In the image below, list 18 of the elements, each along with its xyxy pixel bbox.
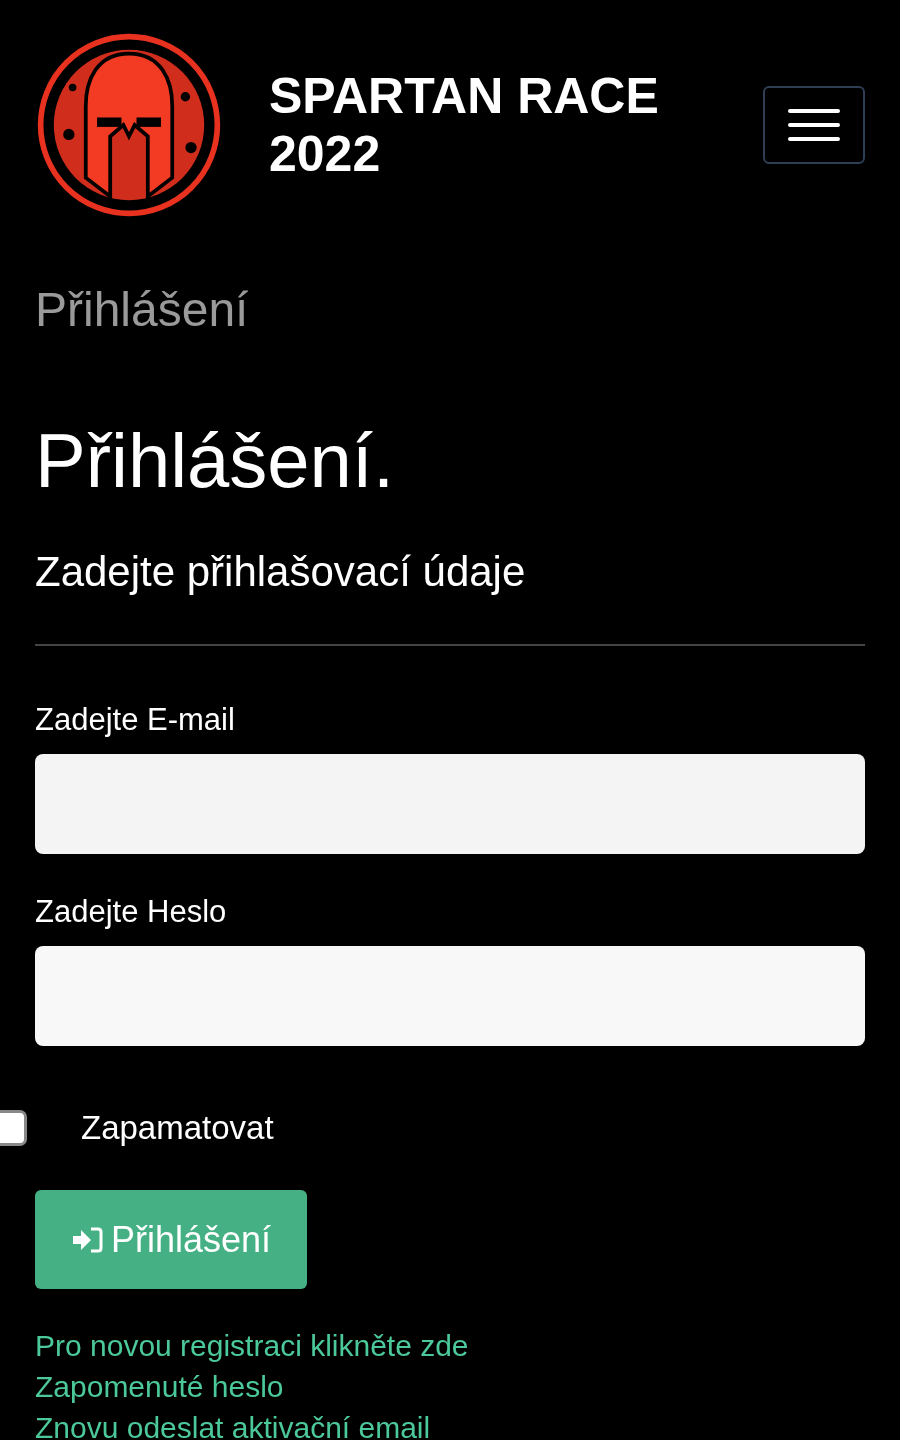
- password-label: Zadejte Heslo: [35, 893, 228, 931]
- email-label: Zadejte E-mail: [35, 701, 236, 739]
- breadcrumb: Přihlášení: [35, 282, 250, 338]
- helmet-logo-icon: [35, 31, 223, 219]
- page-heading: Přihlášení.: [35, 417, 396, 505]
- site-title-year: 2022: [269, 125, 382, 183]
- text-link[interactable]: Znovu odeslat aktivační email: [35, 1407, 431, 1440]
- email-field[interactable]: [35, 754, 865, 854]
- text-link[interactable]: Pro novou registraci klikněte zde: [35, 1325, 469, 1366]
- remember-checkbox[interactable]: [0, 1110, 27, 1146]
- sign-in-icon: [71, 1225, 103, 1254]
- menu-icon: [788, 107, 840, 143]
- password-field[interactable]: [35, 946, 865, 1046]
- site-title: SPARTAN RACE: [269, 67, 659, 125]
- menu-button[interactable]: [763, 86, 865, 164]
- page-subtitle: Zadejte přihlašovací údaje: [35, 547, 527, 597]
- text-link[interactable]: Zapomenuté heslo: [35, 1366, 284, 1407]
- remember-label: Zapamatovat: [81, 1108, 274, 1148]
